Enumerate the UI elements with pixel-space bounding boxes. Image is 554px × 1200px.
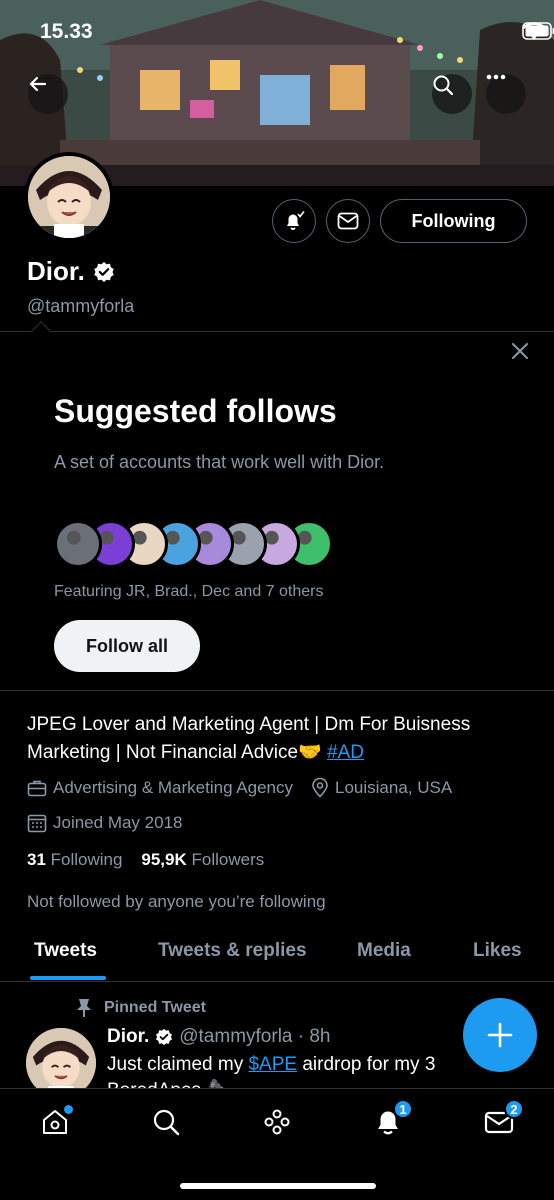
messages-badge: 2	[504, 1099, 524, 1119]
divider	[0, 690, 554, 691]
tab-tweets[interactable]: Tweets	[34, 940, 97, 962]
featuring-text: Featuring JR, Brad., Dec and 7 others	[54, 583, 324, 600]
joined-text: Joined May 2018	[53, 813, 183, 832]
location-item: Louisiana, USA	[311, 778, 452, 798]
back-button[interactable]	[28, 74, 68, 114]
search-icon	[153, 1109, 180, 1136]
arrow-left-icon	[29, 76, 47, 92]
spaces-icon	[264, 1109, 290, 1135]
calendar-icon	[27, 814, 47, 833]
profile-bio: JPEG Lover and Marketing Agent | Dm For …	[27, 711, 527, 767]
divider	[0, 331, 554, 332]
home-unread-dot	[64, 1105, 73, 1114]
following-label: Following	[50, 850, 123, 869]
display-name-text: Dior.	[27, 256, 85, 286]
status-time: 15.33	[40, 20, 93, 43]
verified-badge-icon	[93, 261, 114, 282]
category-text: Advertising & Marketing Agency	[53, 778, 294, 797]
tab-media[interactable]: Media	[357, 940, 411, 962]
pinned-tweet-label: Pinned Tweet	[76, 998, 206, 1018]
nav-notifications[interactable]: 1	[371, 1099, 413, 1139]
nav-messages[interactable]: 2	[482, 1099, 524, 1139]
briefcase-icon	[27, 780, 47, 797]
profile-tabs: Tweets Tweets & replies Media Likes	[0, 930, 554, 982]
tab-likes[interactable]: Likes	[473, 940, 522, 962]
suggested-follows-subtitle: A set of accounts that work well with Di…	[54, 452, 385, 472]
followers-label: Followers	[191, 850, 265, 869]
profile-meta: Advertising & Marketing Agency Louisiana…	[27, 778, 470, 798]
bell-check-icon	[287, 211, 305, 230]
search-icon	[433, 75, 454, 96]
tweet-text-before: Just claimed my	[107, 1054, 249, 1075]
notifications-toggle-button[interactable]	[272, 199, 316, 243]
display-name: Dior.	[27, 256, 115, 287]
close-icon[interactable]	[508, 339, 532, 363]
location-pin-icon	[312, 778, 328, 798]
location-text: Louisiana, USA	[335, 778, 453, 797]
profile-handle: @tammyforla	[27, 296, 135, 316]
suggested-account-avatar	[54, 520, 102, 568]
tweet-header: Dior. @tammyforla · 8h	[107, 1026, 331, 1048]
compose-tweet-button[interactable]	[463, 998, 537, 1072]
more-dots-icon	[486, 74, 506, 80]
pin-icon	[77, 999, 91, 1017]
following-count: 31	[27, 850, 46, 869]
joined-item: Joined May 2018	[27, 813, 182, 833]
tab-tweets-replies[interactable]: Tweets & replies	[158, 940, 307, 962]
category-item: Advertising & Marketing Agency	[27, 778, 293, 798]
followers-count: 95,9K	[141, 850, 187, 869]
bio-hashtag-link[interactable]: #AD	[327, 742, 364, 763]
not-followed-text: Not followed by anyone you’re following	[27, 892, 326, 911]
follow-all-button[interactable]: Follow all	[54, 620, 200, 672]
avatar-image	[28, 156, 110, 238]
suggested-avatars[interactable]	[54, 520, 354, 570]
nav-spaces[interactable]	[260, 1105, 294, 1139]
following-button[interactable]: Following	[380, 199, 527, 243]
suggested-follows-title: Suggested follows	[54, 393, 337, 429]
pinned-tweet-text: Pinned Tweet	[104, 999, 206, 1016]
search-button[interactable]	[432, 74, 472, 114]
nav-explore[interactable]	[149, 1105, 183, 1139]
tweet-author-name[interactable]: Dior.	[107, 1026, 149, 1048]
home-indicator	[180, 1183, 376, 1189]
following-stat[interactable]: 31 Following	[27, 850, 122, 869]
joined-row: Joined May 2018	[27, 813, 200, 833]
plus-icon	[487, 1022, 513, 1048]
nav-home[interactable]	[38, 1105, 73, 1139]
follow-stats: 31 Following 95,9K Followers	[27, 850, 264, 870]
envelope-icon	[337, 212, 359, 230]
profile-avatar[interactable]	[24, 152, 114, 242]
active-tab-indicator	[30, 976, 106, 980]
card-pointer	[31, 321, 51, 341]
tweet-handle-time: @tammyforla · 8h	[179, 1026, 331, 1047]
bio-text: JPEG Lover and Marketing Agent | Dm For …	[27, 714, 471, 763]
message-button[interactable]	[326, 199, 370, 243]
tweet-cashtag-link[interactable]: $APE	[248, 1054, 297, 1075]
verified-badge-icon	[156, 1028, 173, 1046]
more-button[interactable]	[486, 74, 526, 114]
followers-stat[interactable]: 95,9K Followers	[141, 850, 264, 869]
notifications-badge: 1	[393, 1099, 413, 1119]
